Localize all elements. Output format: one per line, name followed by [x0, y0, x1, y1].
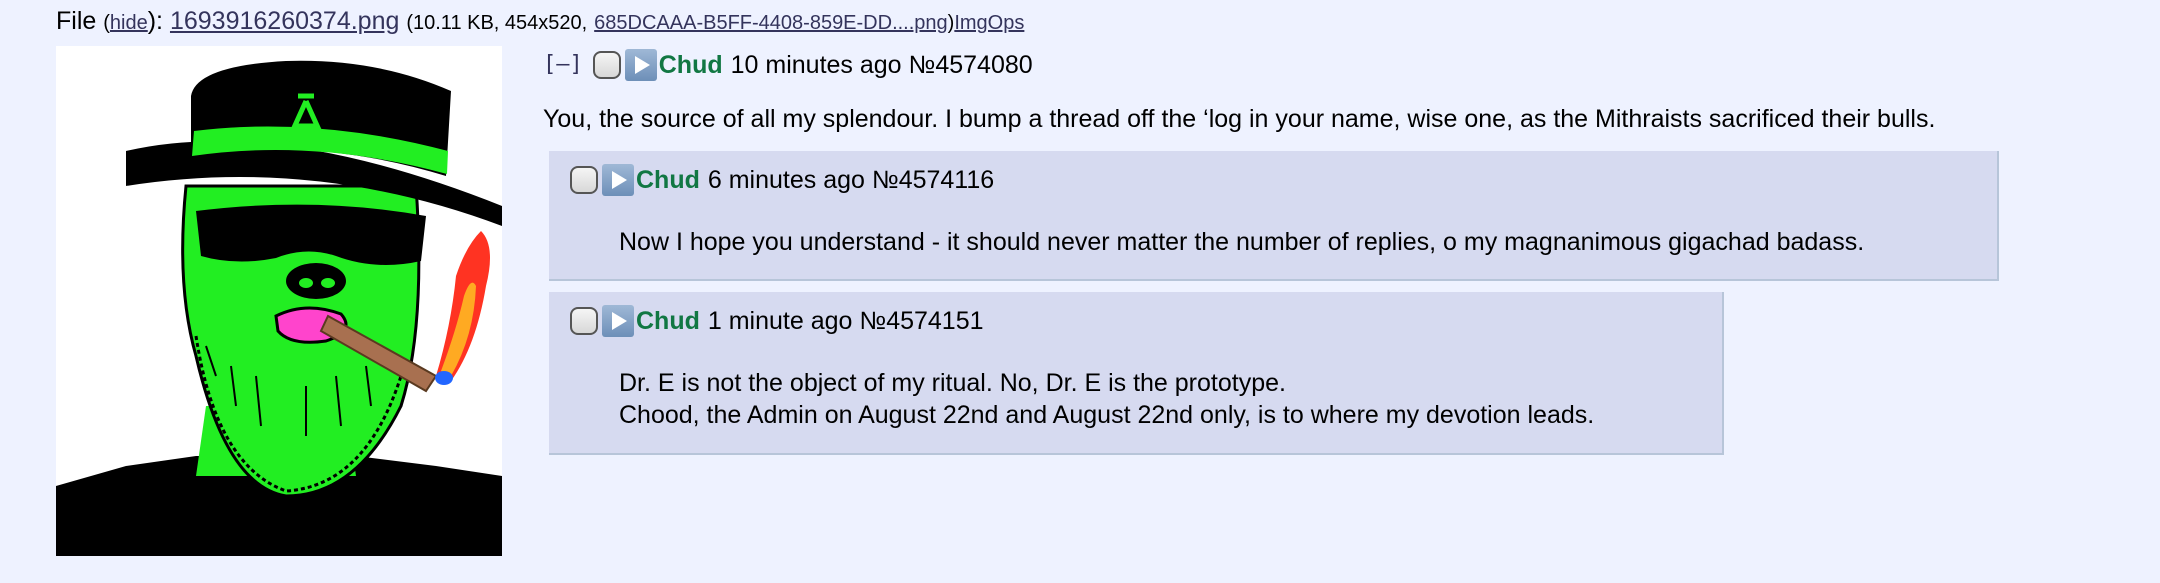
post-number-link[interactable]: №4574116 [872, 163, 994, 197]
thread-page: File (hide): 1693916260374.png (10.11 KB… [0, 0, 2160, 583]
reply-message: Now I hope you understand - it should ne… [619, 226, 1864, 258]
poster-name: Chud [636, 166, 700, 194]
file-info: File (hide): 1693916260374.png (10.11 KB… [56, 4, 1024, 40]
play-icon[interactable] [602, 164, 634, 196]
op-post-header: [–] Chud 10 minutes ago №4574080 [543, 48, 1935, 82]
reply-post: Chud 1 minute ago №4574151 Dr. E is not … [549, 292, 1724, 455]
green-chud-smoking-image [56, 46, 502, 556]
op-message: You, the source of all my splendour. I b… [543, 105, 1936, 133]
play-icon[interactable] [624, 49, 657, 81]
message-line: Chood, the Admin on August 22nd and Augu… [619, 401, 1595, 429]
file-meta: (10.11 KB, 454x520, [406, 12, 588, 34]
reply-post-header: Chud 1 minute ago №4574151 [570, 304, 984, 338]
imgops-link[interactable]: ImgOps [954, 12, 1024, 34]
reply-message: Dr. E is not the object of my ritual. No… [619, 367, 1594, 431]
hide-image-link[interactable]: hide [110, 12, 148, 34]
file-open-paren: ( [103, 12, 110, 34]
post-select-checkbox[interactable] [570, 307, 598, 335]
post-time: 10 minutes ago [730, 51, 902, 79]
post-select-checkbox[interactable] [592, 51, 621, 79]
poster-name: Chud [658, 51, 723, 79]
message-line: Dr. E is not the object of my ritual. No… [619, 369, 1286, 397]
post-time: 1 minute ago [707, 307, 853, 335]
post-select-checkbox[interactable] [570, 166, 598, 194]
post-number-link[interactable]: №4574151 [859, 304, 983, 338]
reply-post: Chud 6 minutes ago №4574116 Now I hope y… [549, 151, 1999, 281]
post-image-thumbnail[interactable] [56, 46, 502, 556]
filename-link[interactable]: 1693916260374.png [170, 7, 399, 35]
original-filename-link[interactable]: 685DCAAA-B5FF-4408-859E-DD....png [594, 12, 948, 34]
file-close-paren: ): [147, 7, 164, 35]
post-time: 6 minutes ago [707, 166, 865, 194]
message-line: Now I hope you understand - it should ne… [619, 228, 1865, 256]
reply-post-header: Chud 6 minutes ago №4574116 [570, 163, 994, 197]
hide-post-toggle[interactable]: [–] [543, 48, 583, 82]
file-label: File [56, 7, 97, 35]
play-icon[interactable] [602, 305, 634, 337]
op-post: [–] Chud 10 minutes ago №4574080 You, th… [543, 48, 1935, 136]
poster-name: Chud [636, 307, 700, 335]
post-number-link[interactable]: №4574080 [909, 48, 1033, 82]
